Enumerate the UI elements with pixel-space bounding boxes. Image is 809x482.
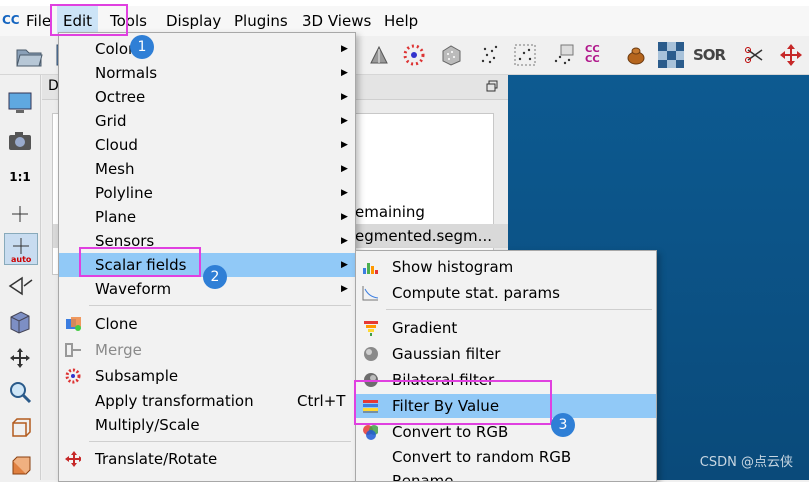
menu-item-apply-transformation[interactable]: Apply transformation Ctrl+T (59, 389, 355, 413)
top-view-icon[interactable] (4, 449, 36, 479)
pot-tool-icon[interactable] (621, 40, 651, 70)
normals-tool-icon[interactable] (364, 40, 394, 70)
annotation-box-scalar-fields (79, 247, 201, 277)
perspective-icon[interactable] (4, 271, 36, 301)
menu-item-plane[interactable]: Plane ▶ (59, 205, 355, 229)
scalar-fields-submenu: Show histogram Compute stat. params Grad… (355, 250, 657, 482)
segment-tool-icon[interactable] (548, 40, 578, 70)
histogram-icon (363, 263, 378, 274)
camera-icon[interactable] (4, 126, 36, 156)
menu-item-translate-rotate[interactable]: Translate/Rotate (59, 447, 355, 471)
menu-item-mesh[interactable]: Mesh ▶ (59, 157, 355, 181)
menu-item-colors[interactable]: Colors ▶ (59, 37, 355, 61)
translate-rotate-icon[interactable] (776, 40, 806, 70)
sor-filter-icon[interactable]: SOR (693, 40, 726, 70)
stats-icon (362, 286, 378, 301)
subsample-tool-icon[interactable] (399, 40, 429, 70)
menu-item-polyline[interactable]: Polyline ▶ (59, 181, 355, 205)
annotation-badge-1: 1 (130, 35, 154, 59)
menu-item-gradient[interactable]: Gradient (356, 316, 656, 340)
gradient-icon (364, 321, 378, 336)
menu-item-multiply-scale[interactable]: Multiply/Scale (59, 413, 355, 437)
menu-item-subsample[interactable]: Subsample (59, 364, 355, 388)
annotation-box-filter-by-value (354, 380, 552, 425)
menu-item-merge[interactable]: Merge (59, 338, 355, 362)
annotation-badge-2: 2 (203, 265, 227, 289)
clone-icon (66, 317, 81, 331)
menu-item-rename[interactable]: Rename (356, 469, 656, 481)
zoom-icon[interactable] (4, 377, 36, 407)
translate-rotate-icon (65, 451, 81, 467)
display-icon[interactable] (4, 88, 36, 118)
menu-item-compute-stat-params[interactable]: Compute stat. params (356, 281, 656, 305)
octree-tool-icon[interactable] (436, 40, 466, 70)
pan-move-icon[interactable] (4, 343, 36, 373)
pivot-cross-icon[interactable] (4, 199, 36, 229)
auto-pivot-button[interactable]: auto (4, 233, 38, 265)
view-toolbar: 1:1 auto (0, 75, 41, 480)
ccc-tool-icon[interactable]: CC CC (585, 40, 615, 70)
annotation-box-edit (50, 4, 128, 36)
zoom-1to1-button[interactable]: 1:1 (4, 162, 36, 192)
menu-help[interactable]: Help (378, 6, 424, 36)
scissors-icon[interactable] (740, 40, 770, 70)
gaussian-filter-icon (364, 347, 378, 361)
cloud-filter-tool-icon[interactable] (510, 40, 540, 70)
app-logo-icon: CC (2, 13, 20, 27)
menu-item-show-histogram[interactable]: Show histogram (356, 255, 656, 279)
menu-separator (386, 309, 652, 310)
front-view-icon[interactable] (4, 413, 36, 443)
menu-item-gaussian-filter[interactable]: Gaussian filter (356, 342, 656, 366)
point-cloud-tool-icon[interactable] (475, 40, 505, 70)
watermark: CSDN @点云侠 (699, 455, 793, 470)
menu-item-convert-to-random-rgb[interactable]: Convert to random RGB (356, 445, 656, 469)
checkerboard-tool-icon[interactable] (656, 40, 686, 70)
menu-separator (89, 441, 351, 442)
menu-item-octree[interactable]: Octree ▶ (59, 85, 355, 109)
subsample-icon (65, 368, 81, 384)
menu-item-grid[interactable]: Grid ▶ (59, 109, 355, 133)
annotation-badge-3: 3 (551, 413, 575, 437)
menu-item-cloud[interactable]: Cloud ▶ (59, 133, 355, 157)
menu-item-normals[interactable]: Normals ▶ (59, 61, 355, 85)
menu-item-clone[interactable]: Clone (59, 312, 355, 336)
merge-icon (65, 343, 81, 357)
rgb-icon (363, 425, 378, 440)
menu-separator (89, 305, 351, 306)
dock-float-icon[interactable] (486, 80, 498, 92)
open-folder-icon[interactable] (14, 40, 44, 70)
cube-view-icon[interactable] (4, 307, 36, 337)
